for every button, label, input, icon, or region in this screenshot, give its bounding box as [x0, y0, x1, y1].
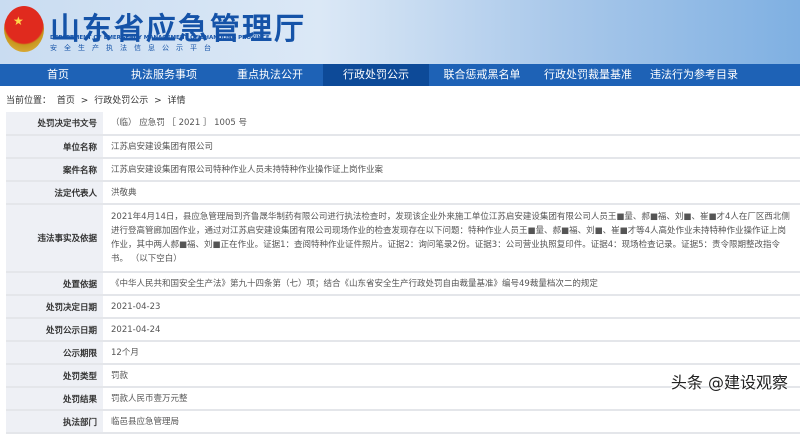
row-value: 江苏启安建设集团有限公司 — [103, 135, 800, 159]
table-row: 处罚决定日期 2021-04-23 — [6, 295, 800, 319]
breadcrumb-sep: > — [154, 96, 162, 106]
nav-services[interactable]: 执法服务事项 — [111, 64, 217, 86]
breadcrumb: 当前位置： 首页 > 行政处罚公示 > 详情 — [0, 86, 800, 112]
breadcrumb-sep: > — [80, 96, 89, 106]
row-value: 12个月 — [103, 341, 800, 365]
breadcrumb-penalty[interactable]: 行政处罚公示 — [94, 96, 148, 106]
breadcrumb-home[interactable]: 首页 — [57, 96, 75, 106]
row-label: 处罚决定日期 — [6, 295, 103, 319]
nav-violation-catalog[interactable]: 违法行为参考目录 — [641, 64, 747, 86]
site-header: ★ 山东省应急管理厅 DEPARTMENT OF EMERGENCY MANAG… — [0, 0, 800, 64]
table-row: 处罚公示日期 2021-04-24 — [6, 318, 800, 342]
row-label: 处罚公示日期 — [6, 318, 103, 342]
table-row: 单位名称 江苏启安建设集团有限公司 — [6, 135, 800, 159]
row-label: 处罚类型 — [6, 364, 103, 388]
row-value: 洪敬典 — [103, 181, 800, 205]
row-value: 2021-04-23 — [103, 295, 800, 319]
row-value: 临邑县应急管理局 — [103, 410, 800, 434]
row-label: 执法部门 — [6, 410, 103, 434]
national-emblem-icon: ★ — [4, 6, 44, 52]
row-value: 江苏启安建设集团有限公司特种作业人员未持特种作业操作证上岗作业案 — [103, 158, 800, 182]
row-label: 单位名称 — [6, 135, 103, 159]
site-subtitle-cn: 安全生产执法信息公示平台 — [50, 44, 218, 52]
site-title[interactable]: 山东省应急管理厅 — [50, 4, 306, 48]
nav-home[interactable]: 首页 — [5, 64, 111, 86]
row-label: 法定代表人 — [6, 181, 103, 205]
main-nav: 首页 执法服务事项 重点执法公开 行政处罚公示 联合惩戒黑名单 行政处罚裁量基准… — [0, 64, 800, 86]
table-row: 案件名称 江苏启安建设集团有限公司特种作业人员未持特种作业操作证上岗作业案 — [6, 158, 800, 182]
breadcrumb-current: 详情 — [167, 96, 186, 106]
row-value: （临） 应急罚 ［ 2021 ］ 1005 号 — [103, 112, 800, 136]
nav-blacklist[interactable]: 联合惩戒黑名单 — [429, 64, 535, 86]
table-row: 处罚决定书文号 （临） 应急罚 ［ 2021 ］ 1005 号 — [6, 112, 800, 136]
breadcrumb-prefix: 当前位置： — [6, 96, 52, 106]
nav-penalty-publicity[interactable]: 行政处罚公示 — [323, 64, 429, 86]
row-label: 公示期限 — [6, 341, 103, 365]
row-label: 处罚结果 — [6, 387, 103, 411]
table-row: 执法部门 临邑县应急管理局 — [6, 410, 800, 434]
site-subtitle-en: DEPARTMENT OF EMERGENCY MANAGEMENT OF SH… — [50, 35, 270, 41]
row-label: 违法事实及依据 — [6, 204, 103, 273]
table-row: 法定代表人 洪敬典 — [6, 181, 800, 205]
nav-penalty-benchmark[interactable]: 行政处罚裁量基准 — [535, 64, 641, 86]
row-label: 处罚决定书文号 — [6, 112, 103, 136]
row-label: 处置依据 — [6, 272, 103, 296]
table-row: 违法事实及依据 2021年4月14日，县应急管理局到齐鲁晟华制药有限公司进行执法检… — [6, 204, 800, 273]
watermark: 头条 @建设观察 — [670, 373, 788, 392]
row-label: 案件名称 — [6, 158, 103, 182]
nav-key-enforcement[interactable]: 重点执法公开 — [217, 64, 323, 86]
row-value: 《中华人民共和国安全生产法》第九十四条第（七）项；结合《山东省安全生产行政处罚自… — [103, 272, 800, 296]
table-row: 处置依据 《中华人民共和国安全生产法》第九十四条第（七）项；结合《山东省安全生产行… — [6, 272, 800, 296]
row-value: 2021年4月14日，县应急管理局到齐鲁晟华制药有限公司进行执法检查时，发现该企… — [103, 204, 800, 273]
row-value: 2021-04-24 — [103, 318, 800, 342]
table-row: 公示期限 12个月 — [6, 341, 800, 365]
